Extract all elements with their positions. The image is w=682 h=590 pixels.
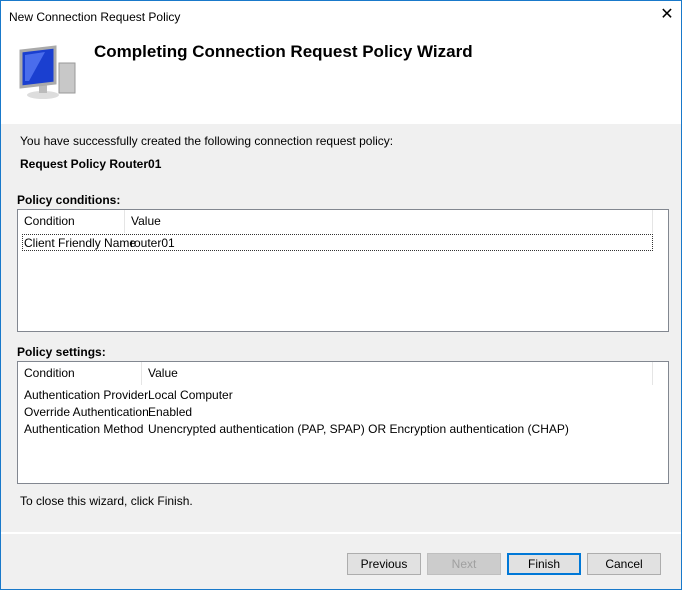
value-cell: Local Computer bbox=[148, 388, 233, 402]
column-header-value[interactable]: Value bbox=[142, 362, 653, 385]
intro-text: You have successfully created the follow… bbox=[20, 134, 394, 148]
column-header-condition[interactable]: Condition bbox=[18, 362, 142, 385]
next-button[interactable]: Next bbox=[427, 553, 501, 575]
condition-cell: Override Authentication bbox=[24, 405, 149, 419]
condition-cell: Authentication Provider bbox=[24, 388, 149, 402]
column-header-condition[interactable]: Condition bbox=[18, 210, 125, 233]
wizard-window: New Connection Request Policy ✕ Completi… bbox=[0, 0, 682, 590]
window-title: New Connection Request Policy bbox=[9, 10, 181, 24]
condition-cell: Client Friendly Name bbox=[24, 236, 137, 250]
value-cell: Unencrypted authentication (PAP, SPAP) O… bbox=[148, 422, 569, 436]
settings-list[interactable]: Condition Value Authentication Provider … bbox=[17, 361, 669, 484]
table-row[interactable]: Client Friendly Name router01 bbox=[22, 234, 653, 251]
computer-monitor-icon bbox=[19, 45, 76, 99]
cancel-button[interactable]: Cancel bbox=[587, 553, 661, 575]
previous-button[interactable]: Previous bbox=[347, 553, 421, 575]
finish-button[interactable]: Finish bbox=[507, 553, 581, 575]
policy-name: Request Policy Router01 bbox=[20, 157, 162, 171]
settings-label: Policy settings: bbox=[17, 345, 106, 359]
conditions-label: Policy conditions: bbox=[17, 193, 121, 207]
divider bbox=[1, 532, 681, 534]
column-header-value[interactable]: Value bbox=[125, 210, 653, 233]
condition-cell: Authentication Method bbox=[24, 422, 144, 436]
value-cell: Enabled bbox=[148, 405, 193, 419]
footer-text: To close this wizard, click Finish. bbox=[20, 494, 193, 508]
value-cell: router01 bbox=[130, 236, 175, 250]
conditions-list[interactable]: Condition Value Client Friendly Name rou… bbox=[17, 209, 669, 332]
wizard-heading: Completing Connection Request Policy Wiz… bbox=[94, 42, 473, 61]
close-icon[interactable]: ✕ bbox=[657, 5, 677, 25]
